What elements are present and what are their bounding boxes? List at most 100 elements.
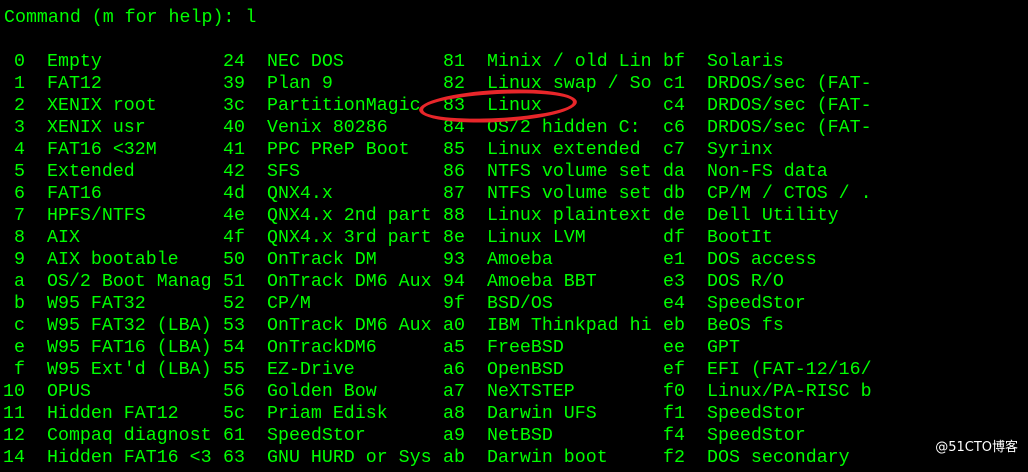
partition-type-name: Linux/PA-RISC b (707, 382, 872, 402)
partition-type-name: GNU HURD or Sys (267, 448, 432, 468)
partition-type-name: NetBSD (487, 426, 553, 446)
partition-type-name: CP/M / CTOS / . (707, 184, 872, 204)
partition-type-name: BootIt (707, 228, 773, 248)
partition-type-code: 56 (223, 382, 245, 402)
partition-type-code: c4 (663, 96, 685, 116)
partition-type-code: 54 (223, 338, 245, 358)
partition-type-name: Minix / old Lin (487, 52, 652, 72)
partition-type-name: Empty (47, 52, 102, 72)
partition-type-code: bf (663, 52, 685, 72)
partition-type-name: AIX bootable (47, 250, 179, 270)
partition-type-code: 87 (443, 184, 465, 204)
partition-type-name: W95 FAT32 (47, 294, 146, 314)
partition-type-name: NeXTSTEP (487, 382, 575, 402)
partition-type-name: Non-FS data (707, 162, 828, 182)
partition-type-code: df (663, 228, 685, 248)
partition-type-name: Golden Bow (267, 382, 377, 402)
partition-type-name: Amoeba BBT (487, 272, 597, 292)
partition-type-code: 5 (14, 162, 25, 182)
partition-type-code: 0 (14, 52, 25, 72)
partition-type-name: Linux plaintext (487, 206, 652, 226)
partition-type-name: SFS (267, 162, 300, 182)
partition-type-code: 39 (223, 74, 245, 94)
partition-type-code: 9f (443, 294, 465, 314)
partition-type-name: W95 FAT32 (LBA) (47, 316, 212, 336)
partition-type-name: Hidden FAT12 (47, 404, 179, 424)
partition-type-code: c (14, 316, 25, 336)
partition-type-code: 40 (223, 118, 245, 138)
partition-type-name: Compaq diagnost (47, 426, 212, 446)
partition-type-code: 55 (223, 360, 245, 380)
partition-type-code: 9 (14, 250, 25, 270)
partition-type-name: BSD/OS (487, 294, 553, 314)
partition-type-name: OnTrack DM (267, 250, 377, 270)
partition-type-code: 61 (223, 426, 245, 446)
partition-type-name: Linux LVM (487, 228, 586, 248)
partition-type-code: a0 (443, 316, 465, 336)
partition-type-code: da (663, 162, 685, 182)
partition-type-name: QNX4.x 3rd part (267, 228, 432, 248)
partition-type-name: OS/2 Boot Manag (47, 272, 212, 292)
partition-type-name: FAT12 (47, 74, 102, 94)
partition-type-code: e3 (663, 272, 685, 292)
partition-type-name: DOS secondary (707, 448, 850, 468)
partition-type-code: 10 (3, 382, 25, 402)
partition-type-code: de (663, 206, 685, 226)
partition-type-name: DRDOS/sec (FAT- (707, 74, 872, 94)
partition-type-code: c6 (663, 118, 685, 138)
partition-type-name: GPT (707, 338, 740, 358)
partition-type-code: 3c (223, 96, 245, 116)
partition-type-code: e (14, 338, 25, 358)
partition-type-code: 93 (443, 250, 465, 270)
partition-type-name: PartitionMagic (267, 96, 421, 116)
partition-type-code: f2 (663, 448, 685, 468)
command-prompt: Command (m for help): l (4, 8, 257, 28)
partition-type-code: 86 (443, 162, 465, 182)
partition-type-code: 3 (14, 118, 25, 138)
partition-type-code: a9 (443, 426, 465, 446)
partition-type-name: OnTrackDM6 (267, 338, 377, 358)
partition-type-name: OnTrack DM6 Aux (267, 272, 432, 292)
partition-type-name: W95 Ext'd (LBA) (47, 360, 212, 380)
partition-type-code: 63 (223, 448, 245, 468)
partition-type-name: OnTrack DM6 Aux (267, 316, 432, 336)
partition-type-code: 8 (14, 228, 25, 248)
partition-type-name: DRDOS/sec (FAT- (707, 118, 872, 138)
partition-type-code: 42 (223, 162, 245, 182)
partition-type-code: ee (663, 338, 685, 358)
partition-type-code: b (14, 294, 25, 314)
partition-type-code: 24 (223, 52, 245, 72)
partition-type-name: IBM Thinkpad hi (487, 316, 652, 336)
partition-type-name: Extended (47, 162, 135, 182)
partition-type-name: NTFS volume set (487, 184, 652, 204)
partition-type-name: QNX4.x (267, 184, 333, 204)
partition-type-code: 1 (14, 74, 25, 94)
partition-type-name: Dell Utility (707, 206, 839, 226)
watermark: @51CTO博客 (935, 440, 1018, 455)
partition-type-code: 50 (223, 250, 245, 270)
partition-type-code: 81 (443, 52, 465, 72)
partition-type-code: ef (663, 360, 685, 380)
partition-type-code: a7 (443, 382, 465, 402)
partition-type-name: NTFS volume set (487, 162, 652, 182)
partition-type-code: a (14, 272, 25, 292)
partition-type-code: c1 (663, 74, 685, 94)
partition-type-name: XENIX root (47, 96, 157, 116)
partition-type-code: ab (443, 448, 465, 468)
partition-type-name: Amoeba (487, 250, 553, 270)
partition-type-code: db (663, 184, 685, 204)
partition-type-code: f1 (663, 404, 685, 424)
partition-type-code: e4 (663, 294, 685, 314)
partition-type-name: XENIX usr (47, 118, 146, 138)
partition-type-name: Darwin boot (487, 448, 608, 468)
partition-type-code: 11 (3, 404, 25, 424)
partition-type-name: EZ-Drive (267, 360, 355, 380)
partition-type-code: a6 (443, 360, 465, 380)
partition-type-name: SpeedStor (267, 426, 366, 446)
partition-type-code: e1 (663, 250, 685, 270)
terminal-window[interactable]: Command (m for help): l 0 Empty 24 NEC DOS 8… (0, 0, 1028, 472)
partition-type-name: DOS R/O (707, 272, 784, 292)
partition-type-code: 82 (443, 74, 465, 94)
partition-type-code: 94 (443, 272, 465, 292)
partition-type-name: DRDOS/sec (FAT- (707, 96, 872, 116)
